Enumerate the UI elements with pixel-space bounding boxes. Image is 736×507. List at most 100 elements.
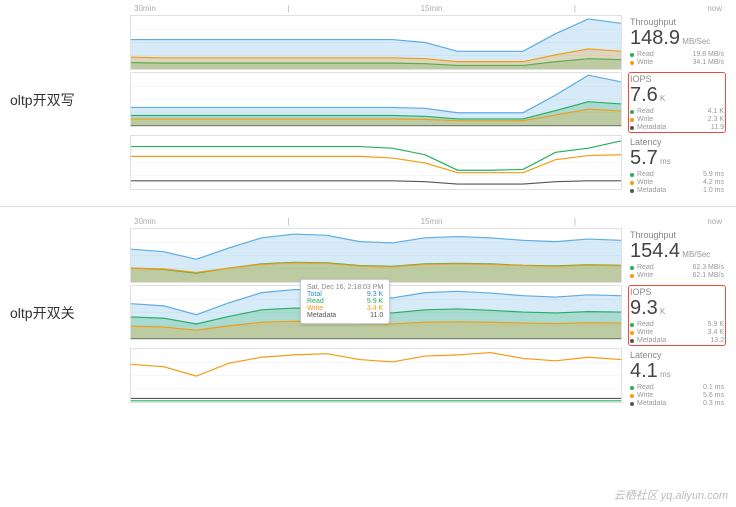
dot-icon — [630, 331, 634, 335]
stat-label: Write — [637, 392, 653, 399]
dot-icon — [630, 386, 634, 390]
section-on: oltp开双写 30min | 15min | now Throughput 1… — [0, 0, 736, 200]
axis-right: now — [707, 217, 722, 226]
tooltip-value: 11.0 — [370, 312, 383, 319]
row-throughput-on: Throughput 148.9 MB/Sec Read19.8 MB/s Wr… — [130, 15, 726, 70]
tooltip-label: Read — [307, 298, 324, 305]
section-off: oltp开双关 30min | 15min | now Throughput 1… — [0, 213, 736, 413]
stats-throughput-off: Throughput 154.4 MB/Sec Read62.3 MB/s Wr… — [628, 228, 726, 281]
stat-val: 5.6 ms — [703, 392, 724, 399]
dot-icon — [630, 394, 634, 398]
stat-label: Write — [637, 179, 653, 186]
stats-latency-off: Latency 4.1 ms Read0.1 ms Write5.6 ms Me… — [628, 348, 726, 409]
stat-label: Read — [637, 384, 654, 391]
stats-iops-on: IOPS 7.6 K Read4.1 K Write2.3 K Metadata… — [628, 72, 726, 133]
row-throughput-off: Throughput 154.4 MB/Sec Read62.3 MB/s Wr… — [130, 228, 726, 283]
dot-icon — [630, 274, 634, 278]
stats-unit: MB/Sec — [682, 37, 710, 46]
dot-icon — [630, 189, 634, 193]
axis-left: 30min — [134, 4, 156, 13]
row-iops-off: IOPS 9.3 K Read 5.9 K Write 3.4 K Metadata… — [130, 285, 726, 346]
stat-label: Metadata — [637, 337, 666, 344]
stat-val: 0.3 ms — [703, 400, 724, 407]
stats-title: Latency — [630, 137, 724, 147]
time-axis-on: 30min | 15min | now — [130, 4, 726, 13]
stat-label: Write — [637, 116, 653, 123]
stat-val: 1.0 ms — [703, 187, 724, 194]
stats-unit: ms — [660, 370, 671, 379]
section-label-on: oltp开双写 — [10, 90, 130, 110]
stat-val: 2.3 K — [708, 116, 724, 123]
dot-icon — [630, 61, 634, 65]
dot-icon — [630, 339, 634, 343]
axis-right: now — [707, 4, 722, 13]
stat-val: 4.1 K — [708, 108, 724, 115]
stat-label: Metadata — [637, 187, 666, 194]
watermark: 云栖社区 yq.aliyun.com — [614, 487, 728, 503]
chart-throughput-off[interactable] — [130, 228, 622, 283]
stat-label: Write — [637, 59, 653, 66]
stat-label: Read — [637, 108, 654, 115]
stats-throughput-on: Throughput 148.9 MB/Sec Read19.8 MB/s Wr… — [628, 15, 726, 68]
row-latency-on: Latency 5.7 ms Read 5.9 ms Write 4.2 ms Me… — [130, 135, 726, 196]
time-axis-off: 30min | 15min | now — [130, 217, 726, 226]
section-divider — [0, 206, 736, 207]
tooltip-label: Write — [307, 305, 323, 312]
dot-icon — [630, 173, 634, 177]
row-iops-on: IOPS 7.6 K Read4.1 K Write2.3 K Metadata… — [130, 72, 726, 133]
stat-val: 62.3 MB/s — [692, 264, 724, 271]
dot-icon — [630, 118, 634, 122]
axis-tick: | — [574, 217, 576, 226]
stat-val: 4.2 ms — [703, 179, 724, 186]
stat-label: Read — [637, 51, 654, 58]
stats-iops-off: IOPS 9.3 K Read5.9 K Write3.4 K Metadata… — [628, 285, 726, 346]
stats-title: IOPS — [630, 287, 724, 297]
stat-val: 5.9 ms — [703, 171, 724, 178]
stat-val: 0.1 ms — [703, 384, 724, 391]
stat-val: 13.2 — [710, 337, 724, 344]
stats-title: IOPS — [630, 74, 724, 84]
stats-title: Throughput — [630, 230, 724, 240]
tooltip-label: Metadata — [307, 312, 336, 319]
tooltip-label: Total — [307, 291, 322, 298]
chart-throughput-on[interactable] — [130, 15, 622, 70]
tooltip-time: Sat, Dec 16, 2:18:03 PM — [307, 284, 383, 291]
dot-icon — [630, 110, 634, 114]
dot-icon — [630, 126, 634, 130]
chart-latency-on[interactable] — [130, 135, 622, 190]
dot-icon — [630, 323, 634, 327]
stats-value: 154.4 — [630, 240, 680, 262]
dot-icon — [630, 266, 634, 270]
stats-unit: K — [660, 94, 665, 103]
chart-tooltip: Sat, Dec 16, 2:18:03 PM Total 9.3 K Read 5… — [300, 279, 390, 324]
stats-title: Latency — [630, 350, 724, 360]
stats-value: 5.7 — [630, 147, 658, 169]
axis-tick: | — [574, 4, 576, 13]
axis-tick: | — [287, 217, 289, 226]
chart-latency-off[interactable] — [130, 348, 622, 403]
axis-mid: 15min — [421, 217, 443, 226]
stat-label: Read — [637, 171, 654, 178]
stats-value: 9.3 — [630, 297, 658, 319]
dot-icon — [630, 53, 634, 57]
stats-unit: ms — [660, 157, 671, 166]
section-label-off: oltp开双关 — [10, 303, 130, 323]
stat-val: 5.9 K — [708, 321, 724, 328]
stat-label: Write — [637, 329, 653, 336]
stat-label: Write — [637, 272, 653, 279]
stats-unit: MB/Sec — [682, 250, 710, 259]
tooltip-value: 3.4 K — [367, 305, 383, 312]
stats-title: Throughput — [630, 17, 724, 27]
stat-val: 34.1 MB/s — [692, 59, 724, 66]
stat-val: 11.9 — [711, 124, 724, 131]
stats-unit: K — [660, 307, 665, 316]
stats-value: 148.9 — [630, 27, 680, 49]
stat-val: 3.4 K — [708, 329, 724, 336]
tooltip-value: 5.9 K — [367, 298, 383, 305]
charts-off: 30min | 15min | now Throughput 154.4 MB/… — [130, 217, 726, 409]
chart-iops-on[interactable] — [130, 72, 622, 127]
stat-label: Metadata — [637, 124, 666, 131]
tooltip-value: 9.3 K — [367, 291, 383, 298]
charts-on: 30min | 15min | now Throughput 148.9 MB/… — [130, 4, 726, 196]
axis-left: 30min — [134, 217, 156, 226]
